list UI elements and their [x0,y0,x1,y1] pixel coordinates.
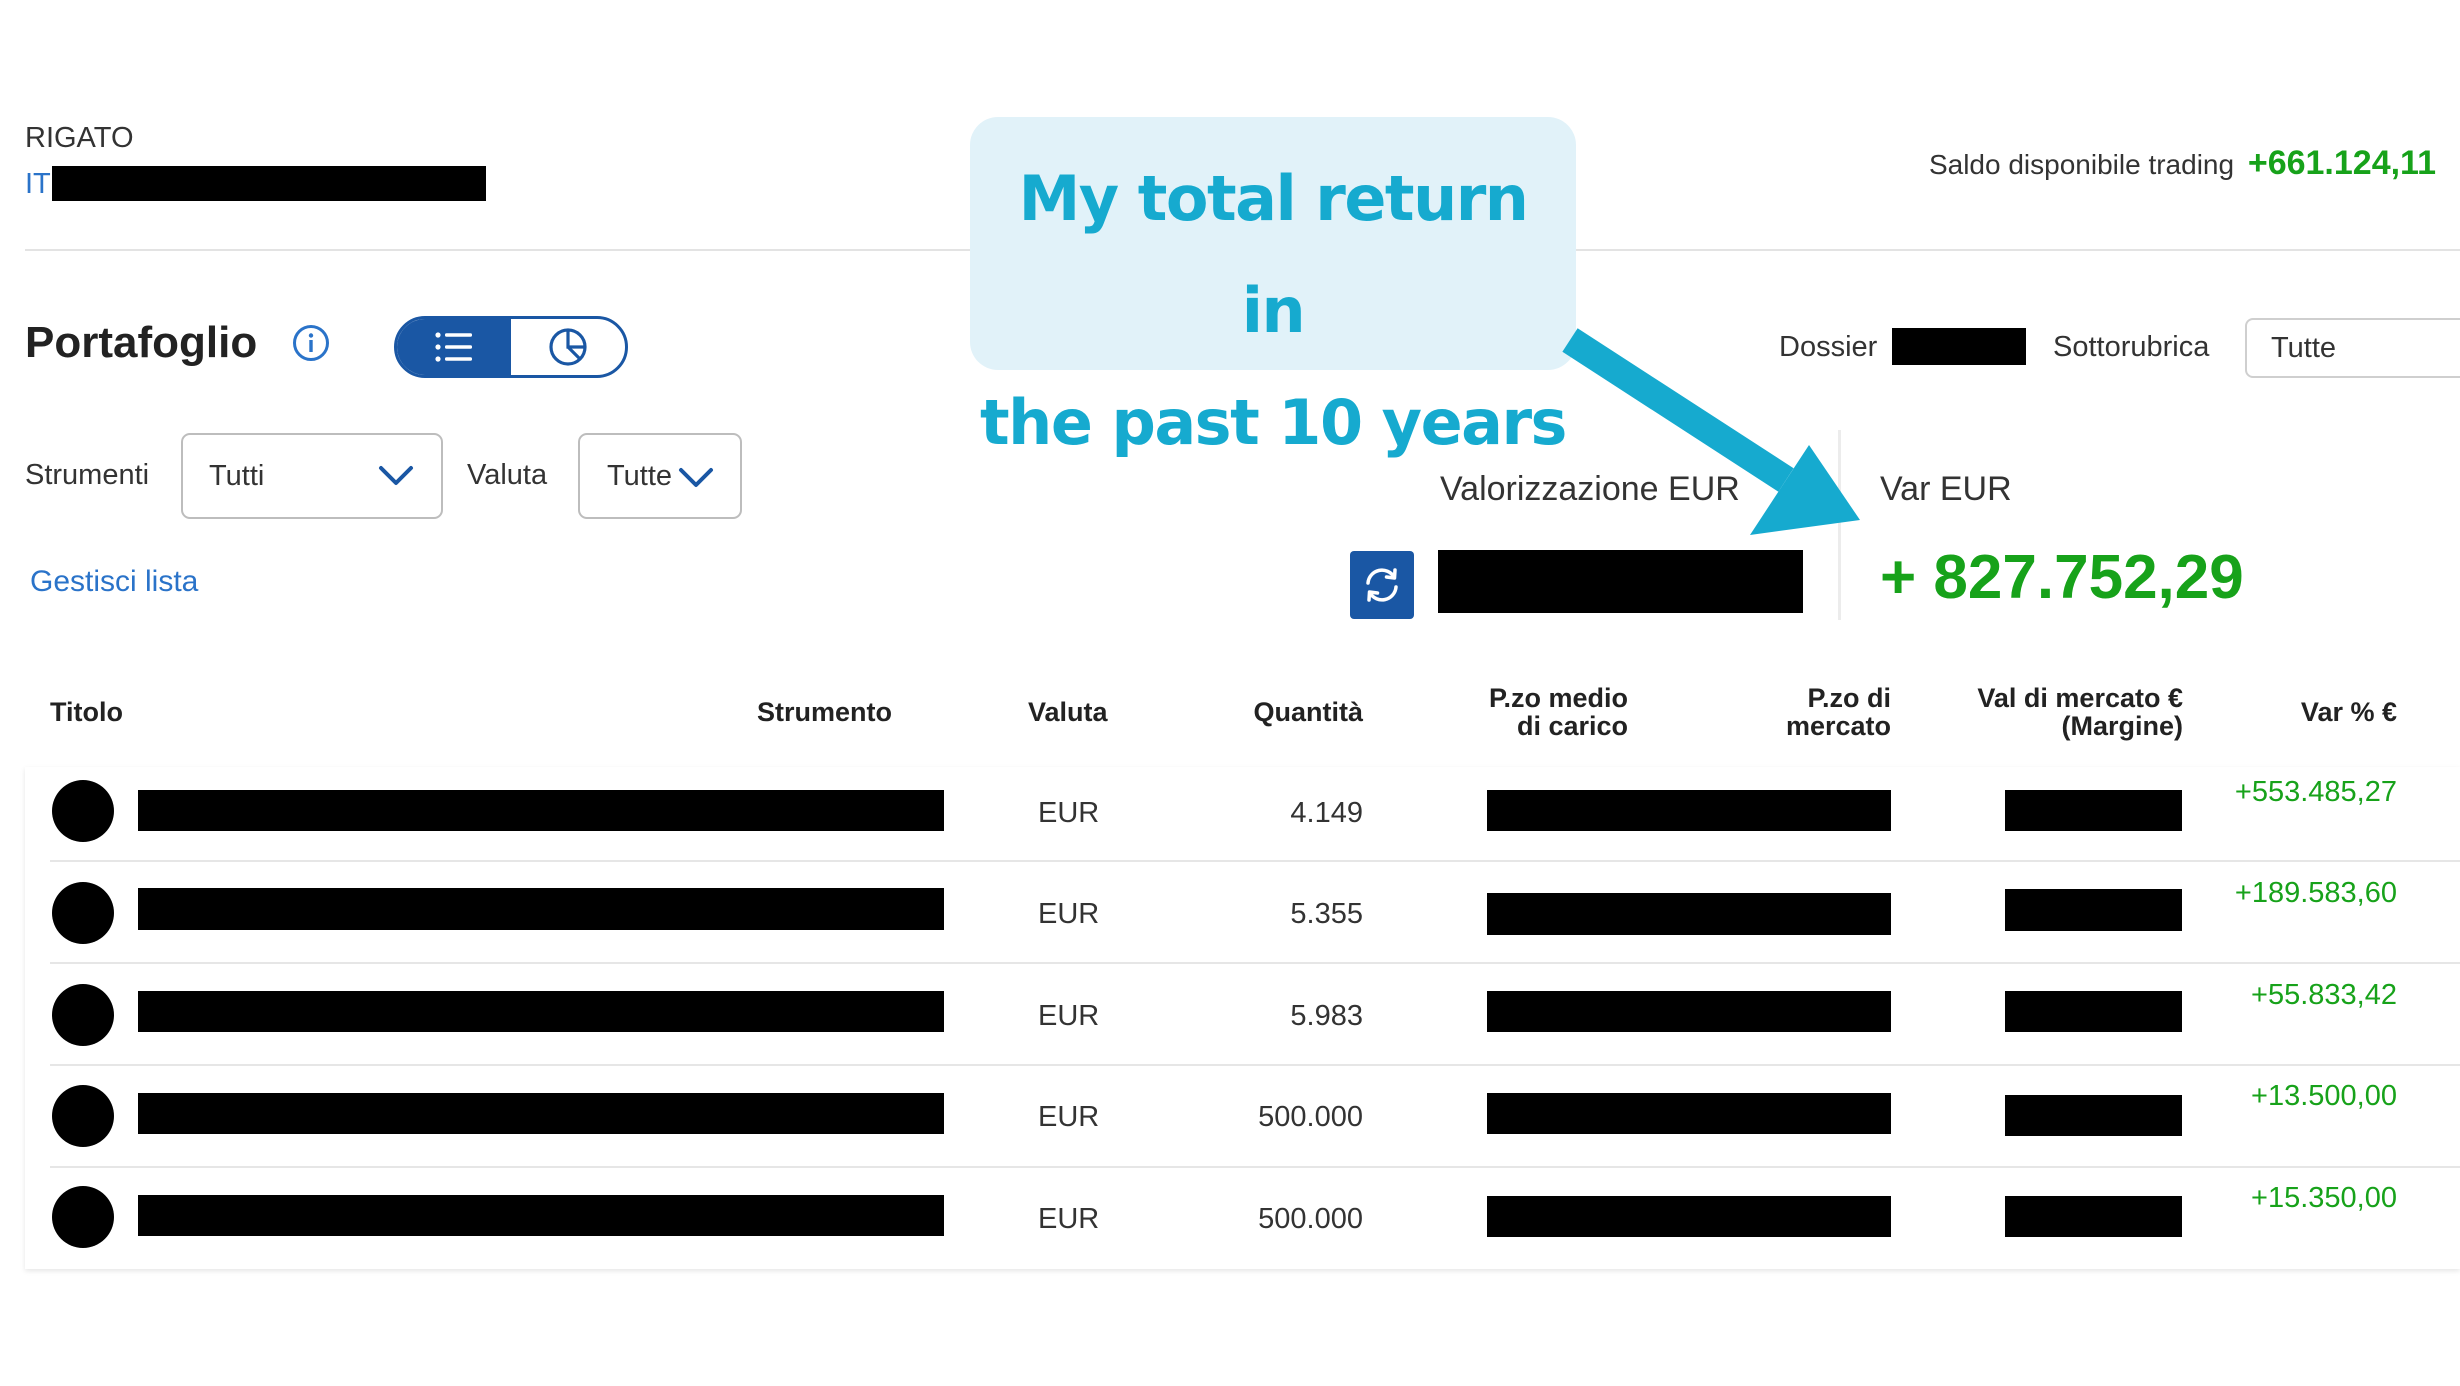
redacted-title [138,991,944,1032]
strumenti-select-value: Tutti [209,459,265,492]
pie-chart-icon [549,328,587,366]
header-titolo: Titolo [50,697,123,727]
cell-quantita: 4.149 [1290,797,1363,829]
var-eur-label: Var EUR [1880,470,2012,508]
redacted-prices [1487,991,1891,1032]
header-valuta: Valuta [1028,697,1108,727]
cell-var: +55.833,42 [2251,979,2397,1011]
redacted-market-value [2005,1196,2182,1237]
header-strumento: Strumento [757,697,892,727]
cell-valuta: EUR [1038,1101,1100,1133]
list-icon [435,332,472,362]
account-iban: IT [25,168,51,201]
trading-balance-value: +661.124,11 [2247,144,2436,182]
cell-var: +553.485,27 [2234,776,2397,808]
strumenti-label: Strumenti [25,459,150,491]
strumenti-select[interactable]: Tutti [181,433,443,519]
redacted-market-value [2005,889,2182,931]
redacted-title [138,1195,944,1236]
redacted-prices [1487,790,1891,831]
chart-view-button[interactable] [511,319,625,375]
row-divider [50,1064,2460,1066]
instrument-logo [52,984,114,1046]
callout-annotation: My total return in the past 10 years [970,117,1576,459]
cell-quantita: 500.000 [1258,1203,1363,1235]
header-pzo-medio: P.zo medio di carico [1488,683,1628,741]
chevron-down-icon [679,468,713,487]
iban-prefix: IT [25,168,51,200]
account-name: RIGATO [25,122,134,154]
cell-valuta: EUR [1038,1203,1100,1235]
instrument-logo [52,780,114,842]
cell-quantita: 500.000 [1258,1101,1363,1133]
header-quantita: Quantità [1253,697,1363,727]
trading-balance: Saldo disponibile trading +661.124,11 [1929,144,2436,183]
redacted-market-value [2005,1095,2182,1136]
cell-var: +13.500,00 [2251,1080,2397,1112]
cell-var: +189.583,60 [2234,877,2397,909]
list-view-button[interactable] [397,319,511,375]
callout-line-1: My total return in [1018,162,1529,347]
valuta-select-value: Tutte [607,459,673,492]
cell-quantita: 5.983 [1290,1000,1363,1032]
redacted-market-value [2005,790,2182,831]
callout-arrow [1562,328,1860,535]
callout-line-2: the past 10 years [980,386,1567,459]
page-title: Portafoglio [25,318,258,367]
row-divider [50,962,2460,964]
trading-balance-label: Saldo disponibile trading [1928,149,2235,180]
redacted-market-value [2005,991,2182,1032]
redacted-title [138,888,944,930]
redacted-prices [1487,1196,1891,1237]
redacted-iban [52,166,486,201]
view-toggle [394,316,628,378]
cell-quantita: 5.355 [1290,898,1363,930]
instrument-logo [52,1085,114,1147]
chevron-down-icon [379,466,413,485]
redacted-title [138,1093,944,1134]
sottorubrica-select[interactable]: Tutte [2245,318,2460,378]
sottorubrica-label: Sottorubrica [2053,331,2210,363]
redacted-valorizzazione [1438,550,1803,613]
instrument-logo [52,882,114,944]
cell-valuta: EUR [1038,797,1100,829]
header-pzo-mercato: P.zo di mercato [1785,683,1891,741]
valuta-label: Valuta [467,459,548,491]
instrument-logo [52,1186,114,1248]
redacted-title [138,790,944,831]
header-val-mercato: Val di mercato € (Margine) [1977,683,2183,741]
var-eur-value: + 827.752,29 [1880,543,2244,612]
manage-list-link[interactable]: Gestisci lista [30,565,198,599]
cell-valuta: EUR [1038,898,1100,930]
header-var-pct: Var % € [2300,697,2397,727]
cell-valuta: EUR [1038,1000,1100,1032]
refresh-button[interactable] [1350,551,1414,619]
info-icon[interactable] [292,324,330,362]
valuta-select[interactable]: Tutte [578,433,742,519]
row-divider [50,860,2460,862]
redacted-dossier [1892,328,2026,365]
redacted-prices [1487,1093,1891,1134]
redacted-prices [1487,893,1891,935]
cell-var: +15.350,00 [2251,1182,2397,1214]
row-divider [50,1166,2460,1168]
refresh-icon [1366,568,1398,602]
